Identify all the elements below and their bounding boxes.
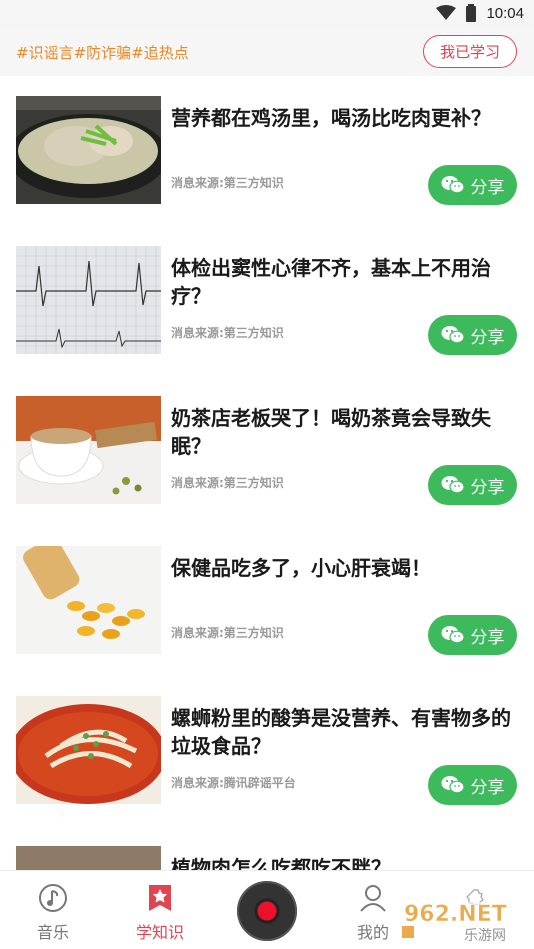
article-thumbnail-chicken-soup	[16, 96, 161, 204]
article-source: 消息来源:腾讯辟谣平台	[171, 776, 296, 790]
article-thumbnail-supplements	[16, 546, 161, 654]
article-title[interactable]: 奶茶店老板哭了！喝奶茶竟会导致失眠？	[171, 404, 516, 460]
article-source: 消息来源:第三方知识	[171, 626, 284, 640]
tab-music[interactable]: 音乐	[18, 883, 88, 943]
share-button[interactable]: 分享	[428, 765, 517, 805]
wechat-icon	[441, 776, 465, 794]
wechat-icon	[441, 176, 465, 194]
studied-button[interactable]: 我已学习	[423, 35, 517, 68]
tab-learn[interactable]: 学知识	[125, 883, 195, 943]
vinyl-record-play-button[interactable]	[237, 881, 297, 941]
article-thumbnail-milk-tea	[16, 396, 161, 504]
tab-learn-label: 学知识	[135, 923, 184, 942]
music-note-icon	[39, 884, 67, 912]
wechat-icon	[441, 326, 465, 344]
article-card[interactable]: 营养都在鸡汤里，喝汤比吃肉更补？ 消息来源:第三方知识 分享	[0, 76, 534, 226]
article-thumbnail-ecg	[16, 246, 161, 354]
share-label: 分享	[470, 477, 505, 498]
article-card[interactable]: 奶茶店老板哭了！喝奶茶竟会导致失眠？ 消息来源:第三方知识 分享	[0, 376, 534, 526]
user-icon	[360, 885, 386, 912]
wifi-icon	[436, 5, 457, 20]
status-right: 10:04	[436, 4, 524, 22]
article-card[interactable]: 螺蛳粉里的酸笋是没营养、有害物多的垃圾食品？ 消息来源:腾讯辟谣平台 分享	[0, 676, 534, 826]
article-thumbnail-noodles	[16, 696, 161, 804]
article-source: 消息来源:第三方知识	[171, 476, 284, 490]
bottom-tab-bar: 音乐 学知识 我的 962.NET 乐游网	[0, 870, 534, 949]
article-thumbnail-plant-meat	[16, 846, 161, 870]
article-card[interactable]: 体检出窦性心律不齐，基本上不用治疗？ 消息来源:第三方知识 分享	[0, 226, 534, 376]
article-source: 消息来源:第三方知识	[171, 326, 284, 340]
top-bar: #识谣言#防诈骗#追热点 我已学习	[0, 28, 534, 76]
article-source: 消息来源:第三方知识	[171, 176, 284, 190]
share-button[interactable]: 分享	[428, 465, 517, 505]
watermark-top-text: 962.NET	[404, 902, 507, 927]
share-label: 分享	[470, 327, 505, 348]
status-time: 10:04	[486, 4, 524, 22]
article-feed[interactable]: 营养都在鸡汤里，喝汤比吃肉更补？ 消息来源:第三方知识 分享 体检出窦性心律不齐…	[0, 76, 534, 870]
topic-tags: #识谣言#防诈骗#追热点	[16, 44, 189, 62]
article-title[interactable]: 螺蛳粉里的酸笋是没营养、有害物多的垃圾食品？	[171, 704, 516, 760]
article-title[interactable]: 植物肉怎么吃都吃不胖？	[171, 854, 516, 870]
share-button[interactable]: 分享	[428, 315, 517, 355]
watermark-bottom-text: 乐游网	[464, 928, 506, 944]
share-label: 分享	[470, 177, 505, 198]
share-button[interactable]: 分享	[428, 165, 517, 205]
site-watermark: 962.NET 乐游网	[400, 889, 522, 944]
article-title[interactable]: 保健品吃多了，小心肝衰竭！	[171, 554, 516, 582]
tab-mine-label: 我的	[356, 923, 389, 942]
article-card[interactable]: 植物肉怎么吃都吃不胖？	[0, 826, 534, 870]
article-title[interactable]: 体检出窦性心律不齐，基本上不用治疗？	[171, 254, 516, 310]
share-label: 分享	[470, 777, 505, 798]
share-label: 分享	[470, 627, 505, 648]
wechat-icon	[441, 476, 465, 494]
article-title[interactable]: 营养都在鸡汤里，喝汤比吃肉更补？	[171, 104, 516, 132]
tab-music-label: 音乐	[36, 923, 69, 942]
status-bar: 10:04	[0, 0, 534, 28]
article-card[interactable]: 保健品吃多了，小心肝衰竭！ 消息来源:第三方知识 分享	[0, 526, 534, 676]
wechat-icon	[441, 626, 465, 644]
share-button[interactable]: 分享	[428, 615, 517, 655]
battery-icon	[466, 4, 477, 22]
bookmark-star-icon	[149, 885, 171, 911]
